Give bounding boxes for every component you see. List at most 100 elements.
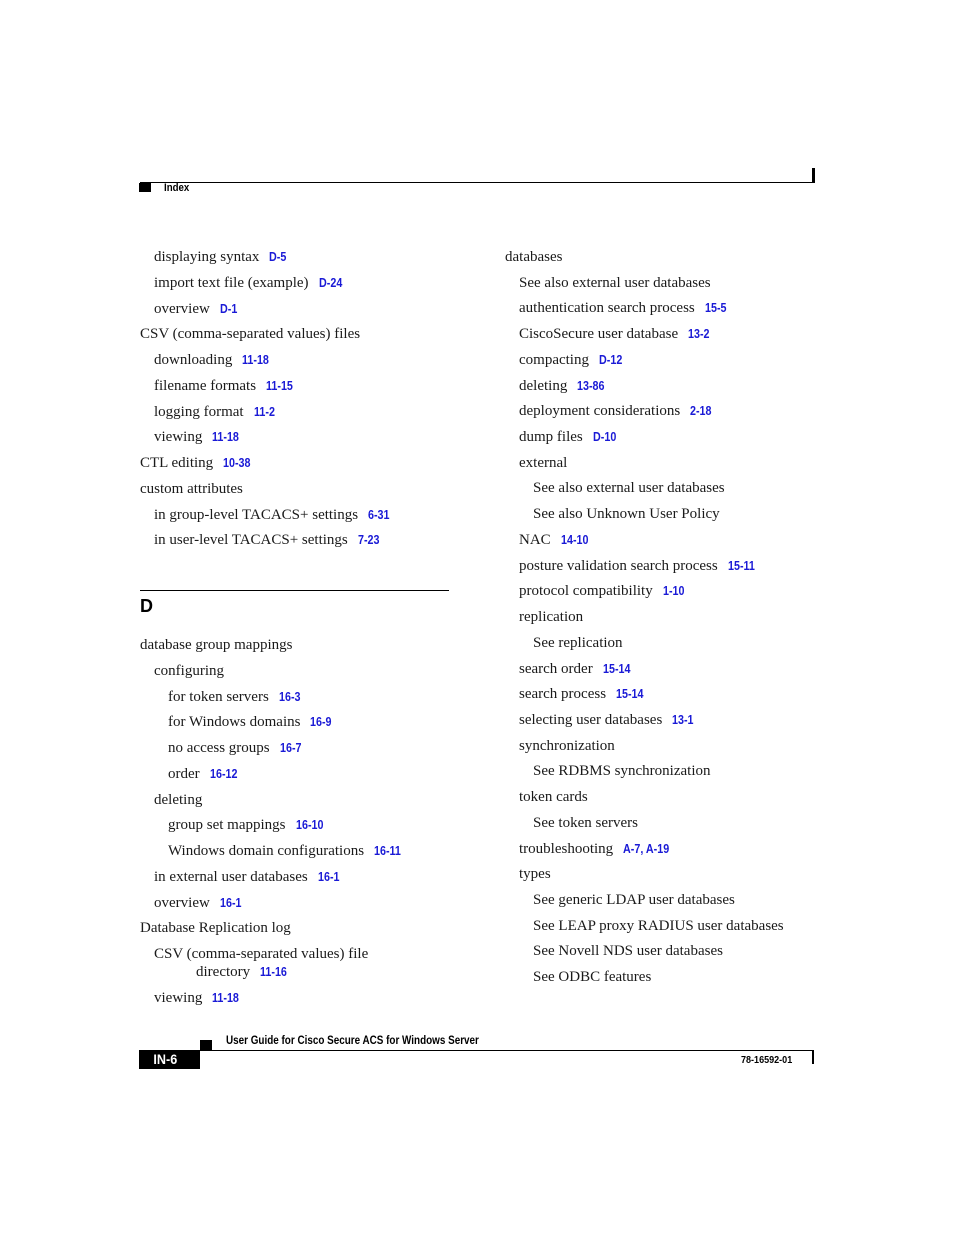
- page-reference-link[interactable]: D-24: [319, 274, 342, 292]
- index-entry: custom attributes: [140, 480, 243, 498]
- page-reference-link[interactable]: 15-14: [603, 660, 631, 678]
- page-reference-link[interactable]: D-10: [593, 428, 616, 446]
- page-reference-link[interactable]: 15-14: [616, 685, 644, 703]
- page-number-text: IN-6: [153, 1051, 178, 1067]
- index-entry: dump files D-10: [519, 428, 620, 446]
- index-entry: in user-level TACACS+ settings 7-23: [154, 531, 383, 549]
- page-reference-link[interactable]: 15-11: [728, 557, 755, 575]
- page-reference-link[interactable]: 16-3: [279, 688, 301, 706]
- page-reference-link[interactable]: 1-10: [663, 582, 685, 600]
- footer-marker: [200, 1040, 212, 1050]
- page-reference-link[interactable]: 10-38: [223, 454, 251, 472]
- entry-term: posture validation search process: [519, 557, 718, 574]
- index-entry: viewing 11-18: [154, 428, 244, 446]
- entry-term: search process: [519, 686, 607, 703]
- index-entry: See ODBC features: [533, 968, 651, 986]
- page-reference-link[interactable]: 13-86: [577, 377, 605, 395]
- index-entry: downloading 11-18: [154, 351, 274, 369]
- entry-term: directory: [196, 964, 251, 980]
- entry-term: search order: [519, 660, 593, 677]
- index-entry: logging format 11-2: [154, 403, 278, 421]
- entry-term: database group mappings: [140, 637, 293, 653]
- index-entry: database group mappings: [140, 636, 292, 654]
- entry-term: protocol compatibility: [519, 583, 653, 600]
- entry-term: import text file (example): [154, 274, 309, 291]
- index-entry: external: [519, 454, 567, 472]
- page-reference-link[interactable]: 11-15: [266, 377, 293, 395]
- index-entry: See also Unknown User Policy: [533, 505, 720, 523]
- header-rule: [140, 182, 814, 183]
- index-entry: See also external user databases: [519, 274, 711, 292]
- page-reference-link[interactable]: 11-16: [260, 963, 287, 981]
- index-entry: See token servers: [533, 814, 638, 832]
- entry-term: deployment considerations: [519, 403, 681, 420]
- page-reference-link[interactable]: D-5: [269, 248, 286, 266]
- page-reference-link[interactable]: A-7, A-19: [623, 840, 669, 858]
- index-entry: See also external user databases: [533, 479, 725, 497]
- entry-term: displaying syntax: [154, 249, 260, 265]
- entry-term: compacting: [519, 351, 589, 368]
- index-entry: replication: [519, 608, 583, 626]
- entry-term: NAC: [519, 531, 551, 548]
- entry-term: in group-level TACACS+ settings: [154, 506, 359, 523]
- entry-term: replication: [519, 609, 584, 626]
- page-reference-link[interactable]: 16-9: [310, 713, 332, 731]
- index-entry: deployment considerations 2-18: [519, 402, 715, 420]
- entry-term: See also Unknown User Policy: [533, 506, 720, 523]
- index-entry: databases: [505, 248, 562, 266]
- entry-term: viewing: [154, 990, 203, 1006]
- page-reference-link[interactable]: 13-1: [672, 711, 694, 729]
- page-reference-link[interactable]: 16-10: [296, 816, 324, 834]
- entry-term: See token servers: [533, 814, 638, 831]
- index-entry: NAC 14-10: [519, 531, 593, 549]
- page-reference-link[interactable]: 2-18: [690, 402, 712, 420]
- entry-term: in user-level TACACS+ settings: [154, 532, 348, 549]
- page-reference-link[interactable]: 13-2: [688, 325, 710, 343]
- index-entry: overview 16-1: [154, 894, 245, 912]
- page-reference-link[interactable]: D-12: [599, 351, 622, 369]
- header-section-label: Index: [164, 182, 190, 194]
- page-reference-link[interactable]: 11-2: [254, 403, 275, 421]
- index-entry: import text file (example) D-24: [154, 274, 346, 292]
- page-reference-link[interactable]: 14-10: [561, 531, 589, 549]
- index-entry: See LEAP proxy RADIUS user databases: [533, 917, 784, 935]
- entry-term: for token servers: [168, 688, 269, 705]
- entry-term: filename formats: [154, 377, 257, 394]
- page-reference-link[interactable]: 16-7: [280, 739, 302, 757]
- page-reference-link[interactable]: 11-18: [242, 351, 269, 369]
- entry-term: custom attributes: [140, 480, 243, 497]
- page-reference-link[interactable]: 11-18: [212, 428, 239, 446]
- footer-page-number: IN-6: [139, 1050, 200, 1069]
- index-entry: types: [519, 865, 551, 883]
- entry-term: See generic LDAP user databases: [533, 892, 735, 908]
- index-entry: deleting 13-86: [519, 377, 609, 395]
- entry-term: order: [168, 765, 200, 782]
- index-entry: Database Replication log: [140, 919, 291, 937]
- index-entry: CSV (comma-separated values) file: [154, 945, 368, 963]
- page-reference-link[interactable]: 11-18: [212, 989, 239, 1007]
- entry-term: no access groups: [168, 740, 270, 756]
- page-reference-link[interactable]: D-1: [220, 300, 237, 318]
- index-entry: for token servers 16-3: [168, 688, 304, 706]
- page-reference-link[interactable]: 6-31: [368, 506, 390, 524]
- entry-term: dump files: [519, 429, 583, 446]
- index-entry: See generic LDAP user databases: [533, 891, 735, 909]
- index-entry: CSV (comma-separated values) files: [140, 325, 360, 343]
- entry-term: Windows domain configurations: [168, 843, 365, 859]
- entry-term: See also external user databases: [519, 274, 711, 291]
- entry-term: CSV (comma-separated values) files: [140, 326, 361, 343]
- page-reference-link[interactable]: 7-23: [358, 531, 380, 549]
- entry-term: downloading: [154, 352, 233, 368]
- section-letter: D: [140, 596, 153, 616]
- page-reference-link[interactable]: 16-12: [210, 765, 238, 783]
- index-entry: compacting D-12: [519, 351, 626, 369]
- page-reference-link[interactable]: 16-1: [220, 894, 242, 912]
- entry-term: deleting: [519, 377, 568, 394]
- page-reference-link[interactable]: 16-1: [318, 868, 340, 886]
- entry-term: in external user databases: [154, 868, 308, 885]
- page-reference-link[interactable]: 16-11: [374, 842, 401, 860]
- page-reference-link[interactable]: 15-5: [705, 299, 727, 317]
- index-entry: displaying syntax D-5: [154, 248, 290, 266]
- entry-term: for Windows domains: [168, 714, 301, 731]
- entry-term: selecting user databases: [519, 711, 663, 728]
